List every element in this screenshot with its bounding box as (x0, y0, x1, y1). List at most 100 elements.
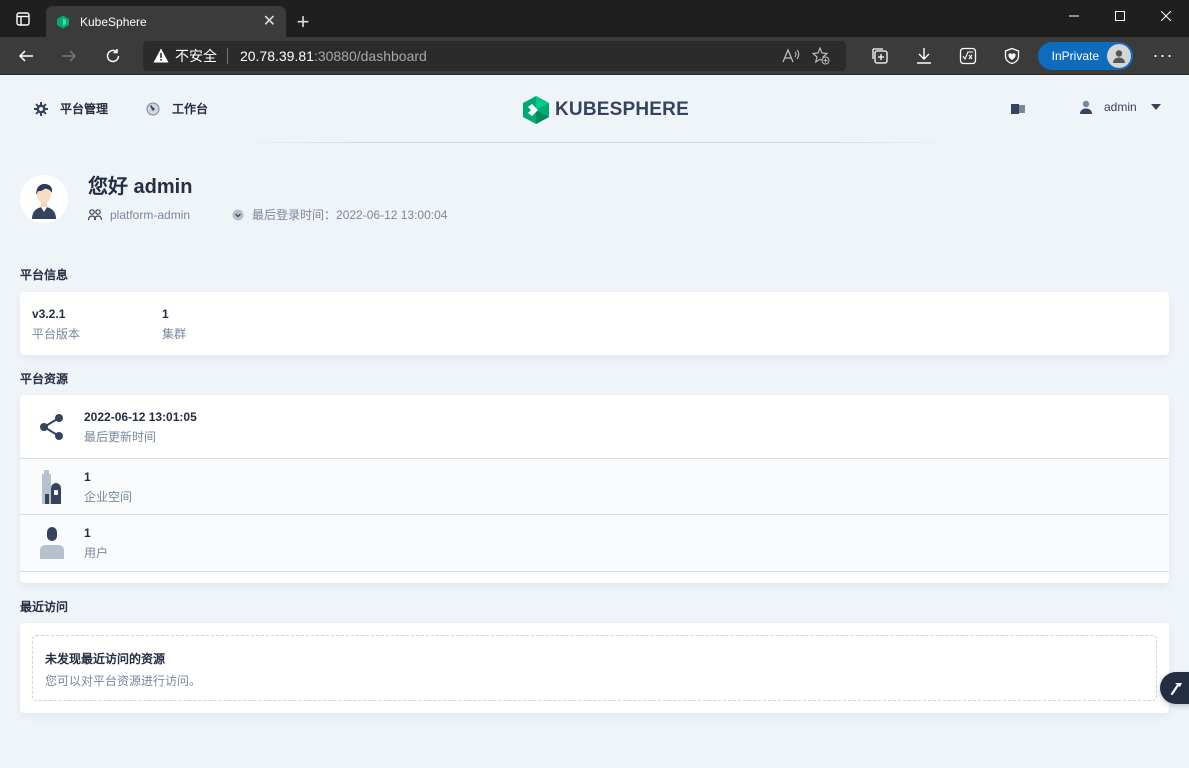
enterprise-workspace-icon (32, 467, 72, 507)
maximize-icon (1115, 11, 1125, 21)
dashboard-page: 平台管理 工作台 KUBESPHERE admin 您好 admin platf… (0, 75, 1189, 768)
forward-button[interactable] (48, 41, 92, 71)
resource-row-last-updated: 2022-06-12 13:01:05 最后更新时间 (20, 395, 1169, 459)
read-aloud-button[interactable] (776, 47, 806, 64)
last-login: 最后登录时间：2022-06-12 13:00:04 (232, 206, 447, 223)
users-value: 1 (84, 526, 91, 540)
profile-icon (1113, 49, 1125, 63)
kubesphere-favicon-icon (57, 15, 69, 28)
warning-icon (153, 48, 169, 63)
toolbox-button[interactable] (1160, 672, 1189, 704)
tab-title: KubeSphere (80, 14, 147, 29)
avatar (20, 175, 68, 223)
user-icon (32, 523, 72, 563)
cluster-count-value: 1 (162, 307, 169, 321)
more-icon: ··· (1152, 45, 1174, 65)
users-label: 用户 (84, 546, 109, 560)
greeting-info: 您好 admin platform-admin 最后登录时间：2022-06-1… (88, 175, 447, 223)
platform-version-label: 平台版本 (32, 327, 81, 341)
inprivate-button[interactable]: InPrivate (1037, 41, 1133, 70)
arrow-right-icon (62, 49, 77, 62)
kubesphere-logo-icon (523, 96, 549, 124)
heart-shield-icon (1004, 47, 1019, 64)
workspaces-label: 企业空间 (84, 489, 133, 504)
recent-access-title: 最近访问 (20, 600, 69, 614)
recent-access-card: 未发现最近访问的资源 您可以对平台资源进行访问。 (20, 623, 1169, 713)
recent-empty-state: 未发现最近访问的资源 您可以对平台资源进行访问。 (32, 635, 1157, 701)
star-add-icon (811, 46, 830, 64)
nav-divider (230, 142, 959, 143)
tab-close-icon[interactable]: ✕ (263, 13, 276, 30)
user-avatar-icon (32, 184, 56, 219)
back-button[interactable] (4, 41, 48, 71)
book-icon (1011, 104, 1025, 114)
download-icon (916, 47, 931, 64)
role-icon (88, 208, 102, 221)
dashboard-gauge-icon (146, 102, 160, 116)
browser-essentials-button[interactable] (990, 41, 1034, 71)
tab-actions-button[interactable] (0, 0, 46, 37)
arrow-left-icon (18, 49, 33, 62)
workspaces-value: 1 (84, 469, 91, 484)
user-greeting: 您好 admin platform-admin 最后登录时间：2022-06-1… (20, 175, 447, 223)
math-solver-icon (959, 47, 976, 64)
close-window-button[interactable] (1143, 0, 1189, 32)
refresh-button[interactable] (91, 41, 135, 71)
address-separator (226, 47, 228, 64)
browser-toolbar: 不安全 20.78.39.81 :30880/dashboard InPriva… (0, 37, 1189, 75)
cluster-count-label: 集群 (162, 327, 187, 341)
top-nav: 平台管理 工作台 KUBESPHERE admin (20, 75, 1169, 143)
username-label: admin (1104, 100, 1137, 114)
settings-more-button[interactable]: ··· (1141, 41, 1185, 71)
collections-button[interactable] (858, 41, 902, 71)
platform-info-title: 平台信息 (20, 268, 69, 282)
resource-text: 2022-06-12 13:01:05 最后更新时间 (84, 409, 197, 445)
new-tab-button[interactable]: + (286, 6, 320, 37)
address-bar[interactable]: 不安全 20.78.39.81 :30880/dashboard (142, 40, 846, 71)
add-favorite-button[interactable] (806, 46, 836, 65)
math-solver-button[interactable] (946, 41, 990, 71)
nav-workbench-label: 工作台 (172, 102, 209, 116)
user-menu[interactable]: admin (1080, 100, 1161, 114)
platform-version: v3.2.1 平台版本 (32, 306, 162, 341)
recent-empty-title: 未发现最近访问的资源 (45, 652, 166, 666)
user-role-label: platform-admin (110, 207, 191, 222)
gear-icon (34, 101, 48, 116)
address-path: :30880/dashboard (313, 47, 427, 64)
resource-text: 1 企业空间 (84, 469, 132, 505)
insecure-label[interactable]: 不安全 (175, 46, 217, 66)
platform-info-card: v3.2.1 平台版本 1 集群 (20, 292, 1169, 355)
nav-platform-management-label: 平台管理 (60, 102, 109, 116)
last-updated-label: 最后更新时间 (84, 429, 157, 444)
platform-resources-title: 平台资源 (20, 372, 69, 386)
caret-down-icon (1150, 104, 1161, 110)
documentation-button[interactable] (1010, 103, 1026, 118)
maximize-button[interactable] (1097, 0, 1143, 32)
minimize-button[interactable] (1051, 0, 1097, 32)
greeting-meta: platform-admin 最后登录时间：2022-06-12 13:00:0… (88, 206, 447, 223)
window-controls (1051, 0, 1189, 32)
last-updated-value: 2022-06-12 13:01:05 (84, 409, 197, 424)
browser-tab[interactable]: KubeSphere ✕ (46, 6, 286, 37)
hammer-icon (1170, 683, 1182, 695)
refresh-icon (106, 48, 120, 62)
last-login-label: 最后登录时间：2022-06-12 13:00:04 (252, 208, 448, 222)
tab-actions-icon (16, 11, 30, 26)
recent-empty-desc: 您可以对平台资源进行访问。 (45, 674, 202, 688)
read-aloud-icon (782, 47, 799, 62)
kubesphere-logo[interactable]: KUBESPHERE (523, 96, 689, 124)
close-icon (1161, 11, 1171, 21)
resource-row-workspaces[interactable]: 1 企业空间 (20, 459, 1169, 515)
nav-workbench[interactable]: 工作台 (146, 100, 208, 117)
resource-row-users[interactable]: 1 用户 (20, 515, 1169, 572)
cluster-count[interactable]: 1 集群 (162, 306, 292, 341)
user-icon (1080, 100, 1092, 114)
browser-tabbar: KubeSphere ✕ + (0, 0, 1189, 37)
inprivate-label: InPrivate (1051, 48, 1099, 63)
toolbar-right: InPrivate ··· (858, 41, 1185, 71)
greeting-title: 您好 admin (88, 176, 193, 198)
logo-text: KUBESPHERE (555, 99, 689, 120)
downloads-button[interactable] (902, 41, 946, 71)
minimize-icon (1069, 15, 1079, 17)
nav-platform-management[interactable]: 平台管理 (34, 100, 108, 117)
